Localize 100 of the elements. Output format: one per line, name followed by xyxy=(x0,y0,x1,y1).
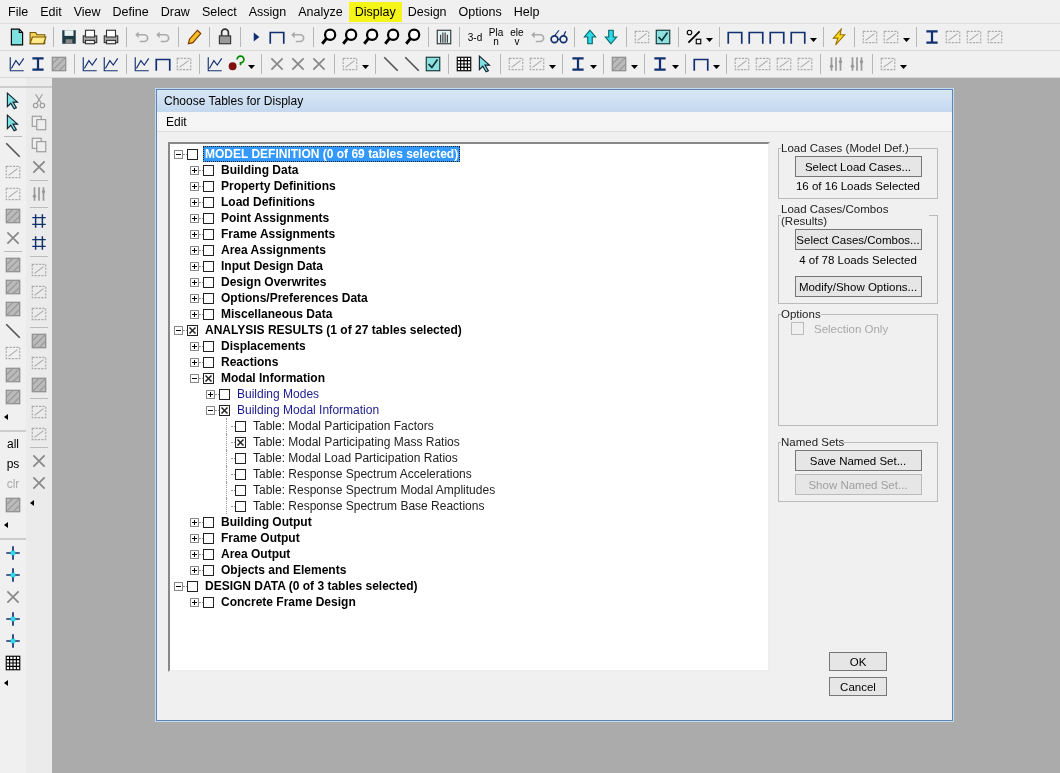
expand-toggle-icon[interactable] xyxy=(190,277,199,287)
checkbox[interactable] xyxy=(203,196,214,208)
zoom-icon[interactable] xyxy=(341,28,359,46)
tree-item[interactable]: Building Modes xyxy=(235,386,322,402)
menu-item[interactable]: Select xyxy=(195,1,243,22)
tree-item[interactable]: Table: Modal Participation Factors xyxy=(251,418,436,434)
line-icon[interactable] xyxy=(4,141,22,159)
grid-icon[interactable] xyxy=(455,55,473,73)
checkbox[interactable] xyxy=(187,580,198,592)
new-file-icon[interactable] xyxy=(8,28,26,46)
zoom-icon[interactable] xyxy=(362,28,380,46)
caret-icon[interactable] xyxy=(631,65,638,69)
checkbox[interactable] xyxy=(219,388,230,400)
pencil-icon[interactable] xyxy=(185,28,203,46)
hatched-square-icon[interactable] xyxy=(30,332,48,350)
expand-toggle-icon[interactable] xyxy=(190,165,199,175)
checkbox-icon[interactable] xyxy=(424,55,442,73)
select-tool-button[interactable]: ps xyxy=(6,456,20,472)
line-icon[interactable] xyxy=(382,55,400,73)
expand-toggle-icon[interactable] xyxy=(174,581,183,591)
dialog-button[interactable]: Save Named Set... xyxy=(794,450,922,471)
grid-icon[interactable] xyxy=(4,654,22,672)
up-arrow-icon[interactable] xyxy=(581,28,599,46)
save-icon[interactable] xyxy=(60,28,78,46)
printer-icon[interactable] xyxy=(102,28,120,46)
expand-toggle-icon[interactable] xyxy=(190,357,199,367)
expand-toggle-icon[interactable] xyxy=(190,341,199,351)
cross-icon[interactable] xyxy=(289,55,307,73)
menu-item[interactable]: Help xyxy=(507,1,546,22)
hatched-square-icon[interactable] xyxy=(4,388,22,406)
node-icon[interactable] xyxy=(4,544,22,562)
down-arrow-icon[interactable] xyxy=(602,28,620,46)
tree-item[interactable]: Concrete Frame Design xyxy=(219,594,358,610)
cross-icon[interactable] xyxy=(4,588,22,606)
dialog-button[interactable]: Select Load Cases... xyxy=(794,156,922,177)
menu-item[interactable]: Display xyxy=(348,1,402,22)
expand-toggle-icon[interactable] xyxy=(190,597,199,607)
tree-item[interactable]: Reactions xyxy=(219,354,281,370)
cross-icon[interactable] xyxy=(268,55,286,73)
tree-item[interactable]: Point Assignments xyxy=(219,210,332,226)
help-icon[interactable] xyxy=(227,55,245,73)
expand-toggle-icon[interactable] xyxy=(190,261,199,271)
menu-item[interactable]: File xyxy=(2,1,35,22)
grid-icon[interactable] xyxy=(30,234,48,252)
dialog-button[interactable]: Cancel xyxy=(829,677,887,696)
graph-icon[interactable] xyxy=(133,55,151,73)
expand-toggle-icon[interactable] xyxy=(190,197,199,207)
tree-item[interactable]: Table: Response Spectrum Accelerations xyxy=(251,466,474,482)
checkbox[interactable] xyxy=(203,164,214,176)
expand-toggle-icon[interactable] xyxy=(190,229,199,239)
tree-item[interactable]: Input Design Data xyxy=(219,258,325,274)
hatched-square-icon[interactable] xyxy=(4,496,22,514)
expand-toggle-icon[interactable] xyxy=(206,389,215,399)
checkbox[interactable] xyxy=(235,500,246,512)
checkbox[interactable] xyxy=(203,516,214,528)
hatched-square-icon[interactable] xyxy=(4,366,22,384)
checkbox[interactable] xyxy=(235,436,246,448)
view-button[interactable]: Plan xyxy=(487,28,505,46)
checkbox[interactable] xyxy=(235,484,246,496)
expand-toggle-icon[interactable] xyxy=(190,213,199,223)
checkbox[interactable] xyxy=(203,212,214,224)
menu-item[interactable]: Edit xyxy=(160,114,193,129)
expand-toggle-icon[interactable] xyxy=(190,293,199,303)
checkbox[interactable] xyxy=(203,228,214,240)
beam-icon[interactable] xyxy=(923,28,941,46)
lightning-icon[interactable] xyxy=(830,28,848,46)
checkbox[interactable] xyxy=(203,180,214,192)
checkbox[interactable] xyxy=(203,548,214,560)
tree-item[interactable]: Table: Response Spectrum Modal Amplitudes xyxy=(251,482,498,498)
menu-item[interactable]: Draw xyxy=(154,1,196,22)
expand-toggle-icon[interactable] xyxy=(190,565,199,575)
checkbox[interactable] xyxy=(235,420,246,432)
pointer-icon[interactable] xyxy=(4,114,22,132)
cross-icon[interactable] xyxy=(30,452,48,470)
graph-icon[interactable] xyxy=(81,55,99,73)
expand-toggle-icon[interactable] xyxy=(190,181,199,191)
tree-item[interactable]: Table: Modal Participating Mass Ratios xyxy=(251,434,462,450)
view-button[interactable]: 3-d xyxy=(466,32,484,42)
cross-icon[interactable] xyxy=(30,474,48,492)
tree-item[interactable]: Frame Assignments xyxy=(219,226,338,242)
tree-item[interactable]: Building Output xyxy=(219,514,314,530)
expand-toggle-icon[interactable] xyxy=(174,325,183,335)
tree-item[interactable]: Building Data xyxy=(219,162,301,178)
menu-item[interactable]: Design xyxy=(401,1,453,22)
checkbox[interactable] xyxy=(203,308,214,320)
node-icon[interactable] xyxy=(4,632,22,650)
tree-item[interactable]: Table: Response Spectrum Base Reactions xyxy=(251,498,487,514)
expand-toggle-icon[interactable] xyxy=(206,405,215,415)
lock-icon[interactable] xyxy=(216,28,234,46)
dialog-button[interactable]: Select Cases/Combos... xyxy=(794,229,922,250)
more-tools-icon[interactable] xyxy=(4,414,8,420)
menu-item[interactable]: View xyxy=(67,1,107,22)
caret-icon[interactable] xyxy=(672,65,679,69)
tree-item[interactable]: Building Modal Information xyxy=(235,402,382,418)
checkbox[interactable] xyxy=(187,324,198,336)
node-icon[interactable] xyxy=(4,610,22,628)
menu-item[interactable]: Assign xyxy=(242,1,293,22)
checkbox[interactable] xyxy=(203,276,214,288)
tree-item[interactable]: Objects and Elements xyxy=(219,562,349,578)
hatched-square-icon[interactable] xyxy=(4,207,22,225)
